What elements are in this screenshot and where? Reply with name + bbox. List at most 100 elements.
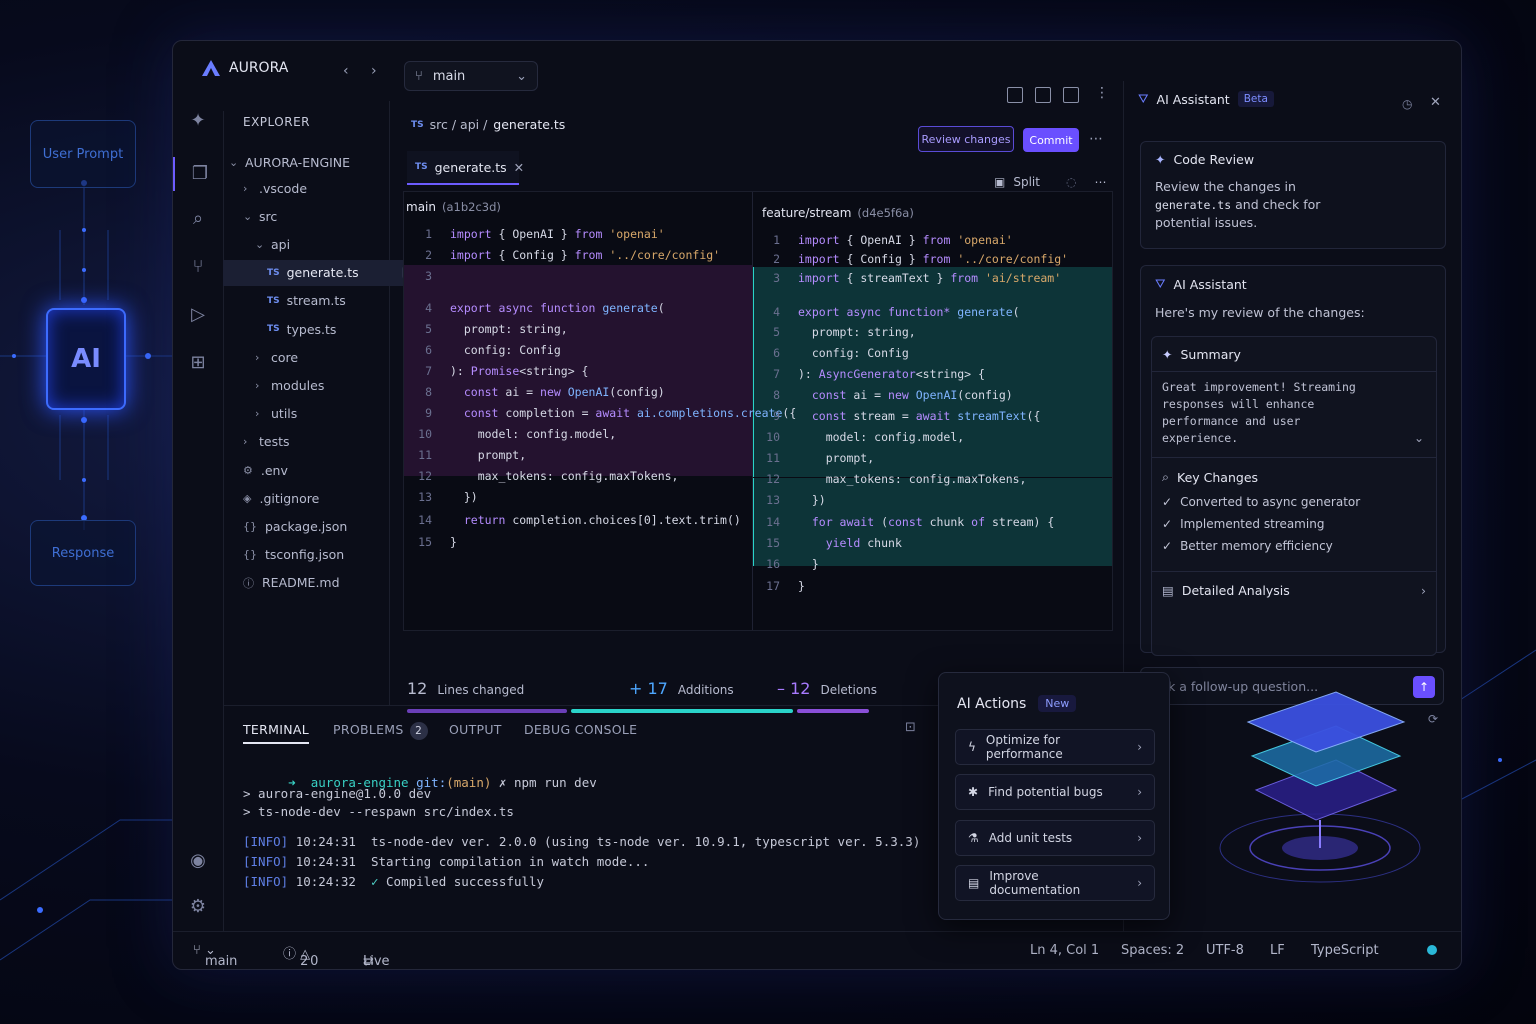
refresh-icon[interactable]: ⟳ [1428, 712, 1438, 726]
tab-output[interactable]: OUTPUT [449, 722, 502, 737]
log-message: Compiled successfully [386, 874, 545, 889]
breadcrumb-file[interactable]: generate.ts [493, 117, 565, 132]
tree-item-label: utils [271, 406, 298, 422]
language-mode[interactable]: TypeScript [1311, 943, 1379, 958]
encoding[interactable]: UTF-8 [1206, 943, 1244, 958]
prompt-command: ✗ npm run dev [498, 775, 597, 790]
forward-arrow-icon[interactable]: › [371, 63, 377, 79]
response-title-text: AI Assistant [1173, 276, 1247, 292]
improve-documentation-button[interactable]: ▤ Improve documentation › [955, 865, 1155, 901]
bookmark-icon[interactable]: ✦ [188, 111, 208, 131]
run-debug-icon[interactable]: ▷ [188, 305, 208, 325]
tree-item[interactable]: ⓘ README.md [223, 570, 409, 596]
tree-item[interactable]: {} tsconfig.json [223, 542, 409, 568]
user-prompt-node: User Prompt [30, 120, 136, 188]
code-review-card[interactable]: ✦ Code Review Review the changes in gene… [1140, 141, 1446, 249]
tree-item[interactable]: ⌄ src [223, 203, 409, 229]
extensions-icon[interactable]: ⊞ [188, 353, 208, 373]
log-message: Starting compilation in watch mode... [370, 854, 650, 869]
tree-item[interactable]: {} package.json [223, 513, 409, 539]
code-line: 8 const ai = new OpenAI(config) [773, 388, 1013, 402]
tree-item-label: tests [259, 434, 290, 450]
chevron-down-icon: ⌄ [243, 209, 253, 223]
git-icon: ◈ [243, 491, 252, 505]
status-branch-label: main [204, 954, 238, 969]
add-unit-tests-button[interactable]: ⚗ Add unit tests › [955, 820, 1155, 856]
file-explorer: EXPLORER ⌄ AURORA-ENGINE › .vscode ⌄ src ⌄ ap… [223, 101, 433, 705]
line-ending[interactable]: LF [1270, 943, 1285, 958]
sparkle-icon: ✦ [1155, 152, 1166, 167]
additions-count: + 17 [629, 679, 668, 698]
response-node: Response [30, 520, 136, 586]
ai-actions-title: AI Actions [957, 695, 1027, 712]
sync-icon[interactable]: ◌ [1066, 175, 1076, 189]
code-line: 17} [766, 579, 805, 593]
log-time: 10:24:31 [295, 834, 356, 849]
tab-problems[interactable]: PROBLEMS 2 [333, 722, 428, 740]
code-review-file: generate.ts [1155, 198, 1232, 212]
tree-item[interactable]: ⚙ .env [223, 457, 409, 483]
breadcrumb-path[interactable]: src / api / [430, 117, 488, 132]
find-bugs-button[interactable]: ✱ Find potential bugs › [955, 774, 1155, 810]
search-icon: ⌕ [1162, 469, 1170, 484]
lines-changed-stat: 12 Lines changed [407, 679, 524, 698]
live-share-label: Live Share [363, 954, 390, 969]
chevron-down-icon: ⌄ [229, 155, 239, 169]
code-review-text: Review the changes in generate.ts and ch… [1155, 178, 1320, 232]
code-line: 11 prompt, [766, 451, 875, 465]
split-view-button[interactable]: ▣ Split ◌ ⋯ [994, 175, 1106, 189]
tree-item-label: core [271, 349, 299, 365]
response-intro: Here's my review of the changes: [1155, 305, 1365, 320]
branch-selector[interactable]: ⑂ main ⌄ [404, 61, 538, 91]
tab-generate-ts[interactable]: TS generate.ts ✕ [407, 151, 524, 185]
search-icon[interactable]: ⌕ [188, 209, 208, 229]
editor-more-icon[interactable]: ⋯ [1089, 131, 1103, 147]
back-arrow-icon[interactable]: ‹ [343, 63, 349, 79]
status-branch[interactable]: ⑂ main ⌄ [193, 943, 237, 969]
summary-text: Great improvement! Streaming responses w… [1162, 379, 1356, 447]
tab-terminal[interactable]: TERMINAL [243, 722, 309, 744]
code-line: 6 config: Config [425, 343, 561, 357]
close-icon[interactable]: ✕ [514, 160, 524, 175]
bug-icon: ✱ [968, 785, 979, 799]
left-branch: main [406, 200, 436, 214]
tree-item-label: stream.ts [286, 293, 346, 309]
assistant-title: AI Assistant [1156, 91, 1230, 107]
account-icon[interactable]: ◉ [188, 851, 208, 871]
code-line: 4 export async function generate( [425, 301, 665, 315]
tree-item[interactable]: › .vscode [223, 175, 409, 201]
diff-more-icon[interactable]: ⋯ [1094, 175, 1106, 189]
terminal-line: > ts-node-dev --respawn src/index.ts [243, 804, 514, 819]
code-line: 6 config: Config [773, 346, 909, 360]
left-pane-header: main (a1b2c3d) [406, 192, 501, 222]
tree-item[interactable]: ◈ .gitignore [223, 485, 409, 511]
detailed-analysis-link[interactable]: ▤ Detailed Analysis › [1162, 583, 1426, 598]
explorer-icon[interactable]: ❐ [173, 157, 225, 191]
more-options-icon[interactable]: ⋮ [1095, 85, 1109, 101]
prompt-branch: (main) [446, 775, 492, 790]
new-badge: New [1038, 695, 1077, 712]
indentation[interactable]: Spaces: 2 [1121, 943, 1184, 958]
code-line: 3 [425, 269, 432, 283]
tree-item[interactable]: › tests [223, 429, 409, 455]
review-changes-button[interactable]: Review changes [918, 126, 1014, 152]
tree-root[interactable]: ⌄ AURORA-ENGINE [223, 149, 395, 175]
tab-debug-console[interactable]: DEBUG CONSOLE [524, 722, 637, 737]
source-control-icon[interactable]: ⑂ [188, 257, 208, 277]
tree-item-label: modules [271, 377, 325, 393]
cursor-position[interactable]: Ln 4, Col 1 [1030, 943, 1099, 958]
commit-button[interactable]: Commit [1023, 128, 1079, 152]
optimize-performance-button[interactable]: ϟ Optimize for performance › [955, 729, 1155, 765]
history-icon[interactable]: ◷ [1402, 97, 1412, 111]
log-time: 10:24:32 [295, 874, 356, 889]
settings-gear-icon[interactable]: ⚙ [188, 897, 208, 917]
action-label: Find potential bugs [988, 785, 1103, 799]
code-line: 9 const stream = await streamText({ [773, 409, 1041, 423]
status-problems[interactable]: ⓘ 2 △ 0 [283, 943, 318, 969]
expand-chevron-icon[interactable]: ⌄ [1414, 431, 1424, 445]
key-changes-title: ⌕ Key Changes [1162, 469, 1258, 485]
close-icon[interactable]: ✕ [1430, 95, 1441, 110]
lightning-icon: ϟ [968, 740, 976, 754]
deletions-label: Deletions [820, 683, 878, 697]
maximize-panel-icon[interactable]: ⊡ [905, 720, 916, 735]
